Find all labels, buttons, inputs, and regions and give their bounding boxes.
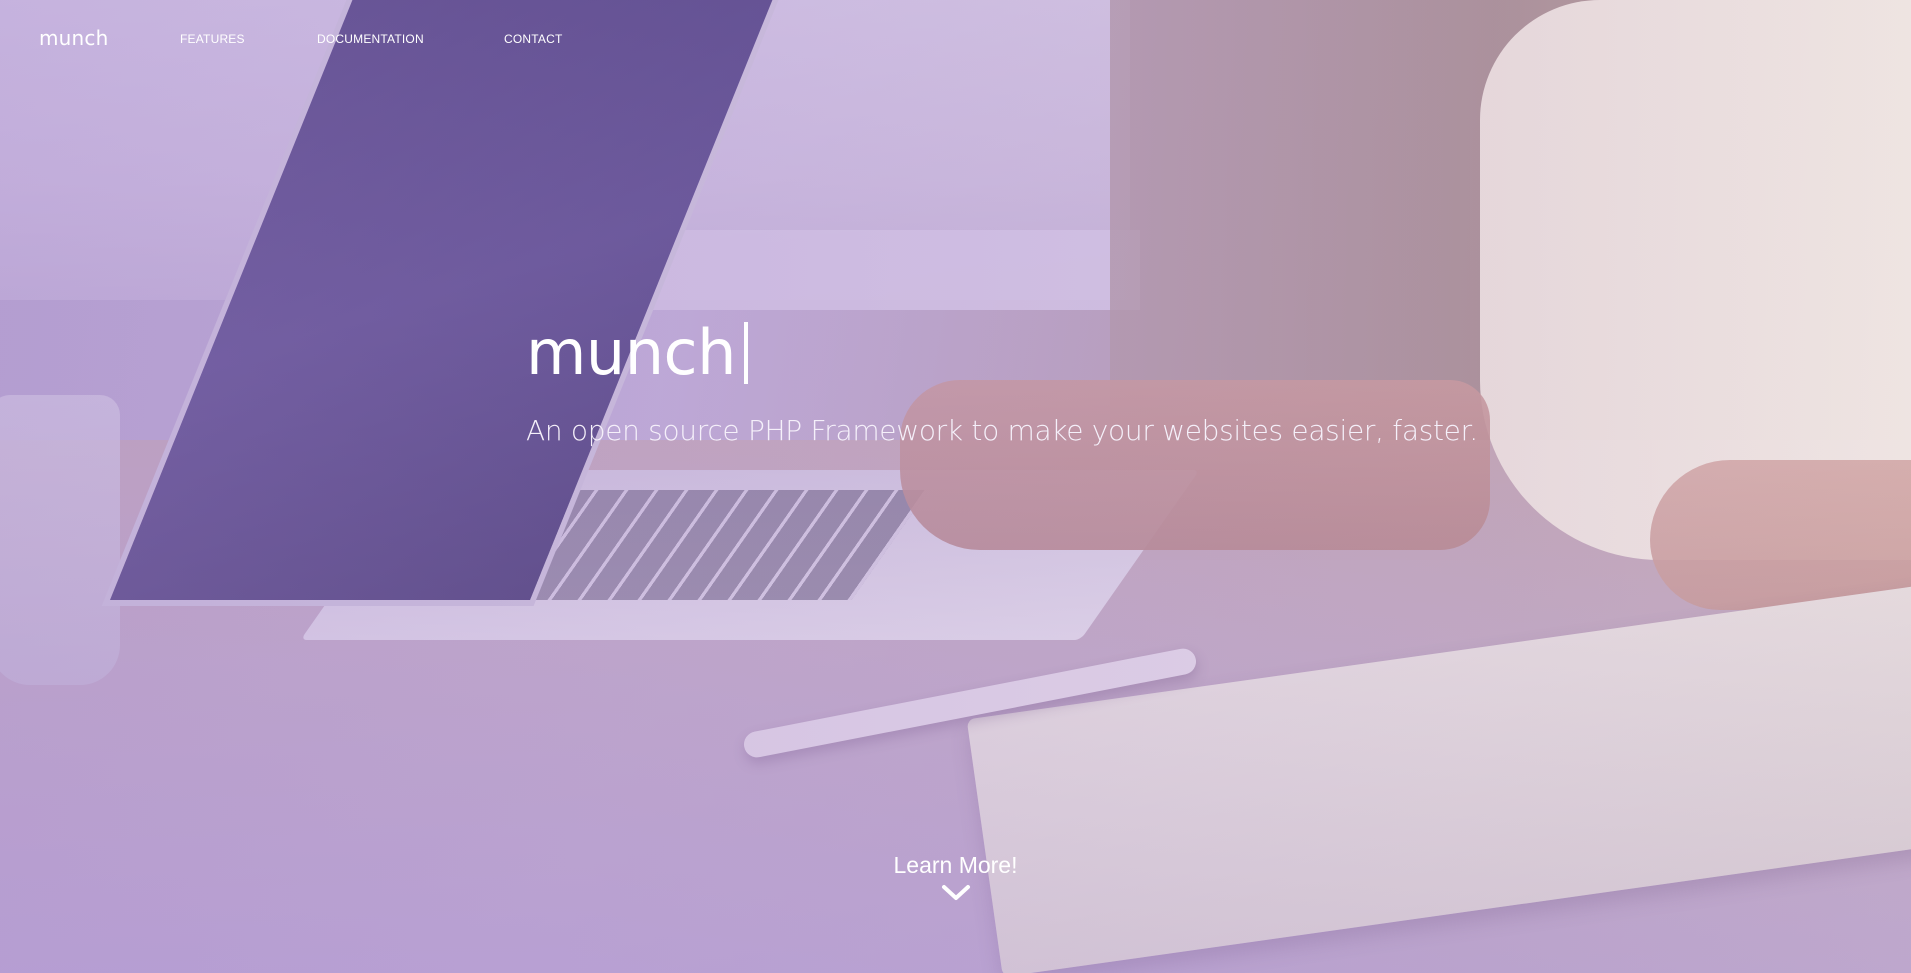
learn-more-link[interactable]: Learn More!: [0, 852, 1911, 879]
purple-overlay: [0, 0, 1911, 973]
nav-link-features[interactable]: FEATURES: [180, 32, 245, 46]
brand-logo-link[interactable]: munch: [39, 26, 109, 50]
hero-title-text: munch: [526, 316, 736, 389]
typing-cursor: [743, 322, 748, 384]
learn-more-section: Learn More!: [0, 852, 1911, 907]
hero-section: munch FEATURES DOCUMENTATION CONTACT mun…: [0, 0, 1911, 973]
hero-title: munch: [526, 322, 748, 384]
hero-subtitle: An open source PHP Framework to make you…: [526, 414, 1478, 447]
top-navigation: munch FEATURES DOCUMENTATION CONTACT: [0, 0, 1911, 80]
nav-link-contact[interactable]: CONTACT: [504, 32, 563, 46]
chevron-down-icon[interactable]: [941, 883, 971, 907]
nav-link-documentation[interactable]: DOCUMENTATION: [317, 32, 424, 46]
